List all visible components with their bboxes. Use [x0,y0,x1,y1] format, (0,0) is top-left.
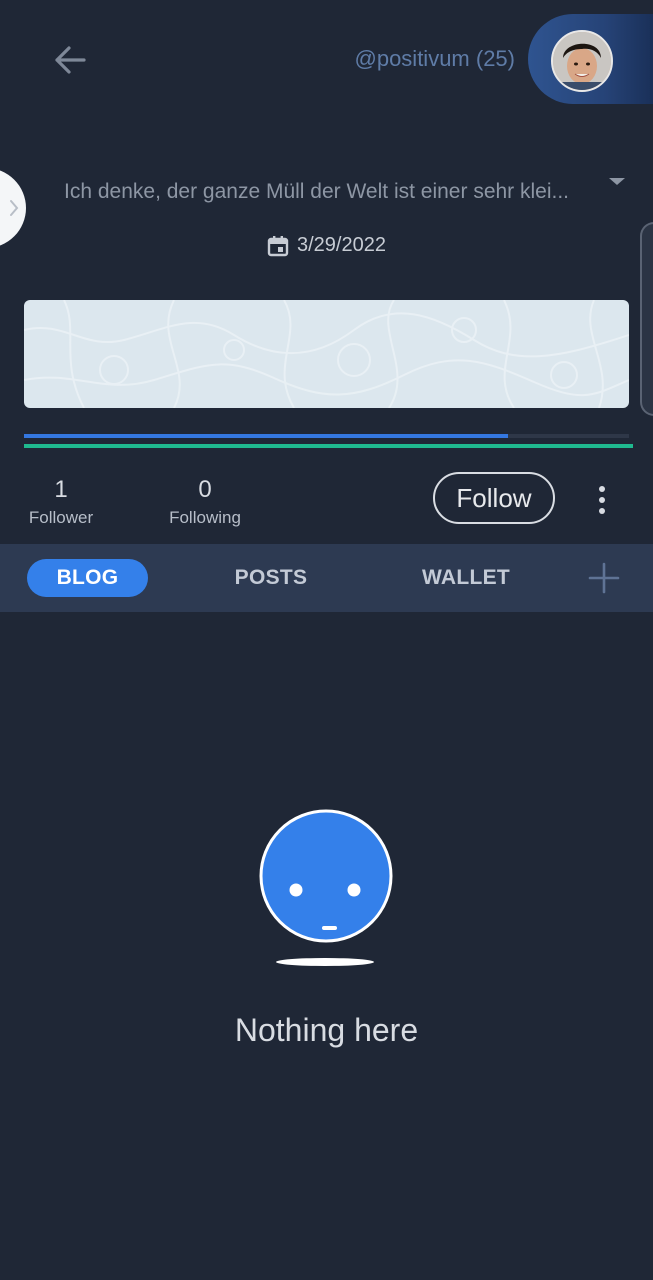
arrow-left-icon [55,46,86,74]
empty-state-illustration [256,808,396,968]
more-vertical-icon-dot [599,486,605,492]
following-count: 0 [198,476,212,503]
voting-power-fill [24,434,508,438]
tab-blog[interactable]: BLOG [27,559,148,597]
followers-stat[interactable]: 1 Follower [18,476,104,528]
back-button[interactable] [40,30,100,90]
calendar-icon [267,235,289,256]
profile-tab-bar: BLOG POSTS WALLET [0,544,653,612]
empty-state-text: Nothing here [234,1012,419,1048]
followers-label: Follower [28,508,94,527]
tab-wallet[interactable]: WALLET [406,559,526,597]
cover-image [24,300,629,408]
more-vertical-icon-dot [599,508,605,514]
more-options-button[interactable] [590,482,614,518]
tab-posts[interactable]: POSTS [216,559,326,597]
sad-face-icon [259,809,393,966]
profile-about-text: Ich denke, der ganze Müll der Welt ist e… [64,180,570,203]
voting-power-bar [24,434,629,438]
username-label[interactable]: @positivum (25) [355,46,516,72]
avatar-image [553,32,611,90]
plus-icon [588,562,620,594]
cover-pattern [24,300,629,408]
follow-button[interactable]: Follow [433,472,555,524]
caret-down-icon [609,178,625,185]
add-tab-button[interactable] [586,560,622,596]
expand-about-button[interactable] [607,174,627,186]
more-vertical-icon-dot [599,497,605,503]
resource-credits-bar [24,444,633,448]
following-label: Following [169,508,241,527]
followers-count: 1 [54,476,68,503]
chevron-right-icon [10,200,19,216]
resource-credits-fill [24,444,633,448]
joined-date: 3/29/2022 [297,234,386,256]
joined-date-row: 3/29/2022 [0,234,653,257]
following-stat[interactable]: 0 Following [160,476,250,528]
avatar[interactable] [551,30,613,92]
